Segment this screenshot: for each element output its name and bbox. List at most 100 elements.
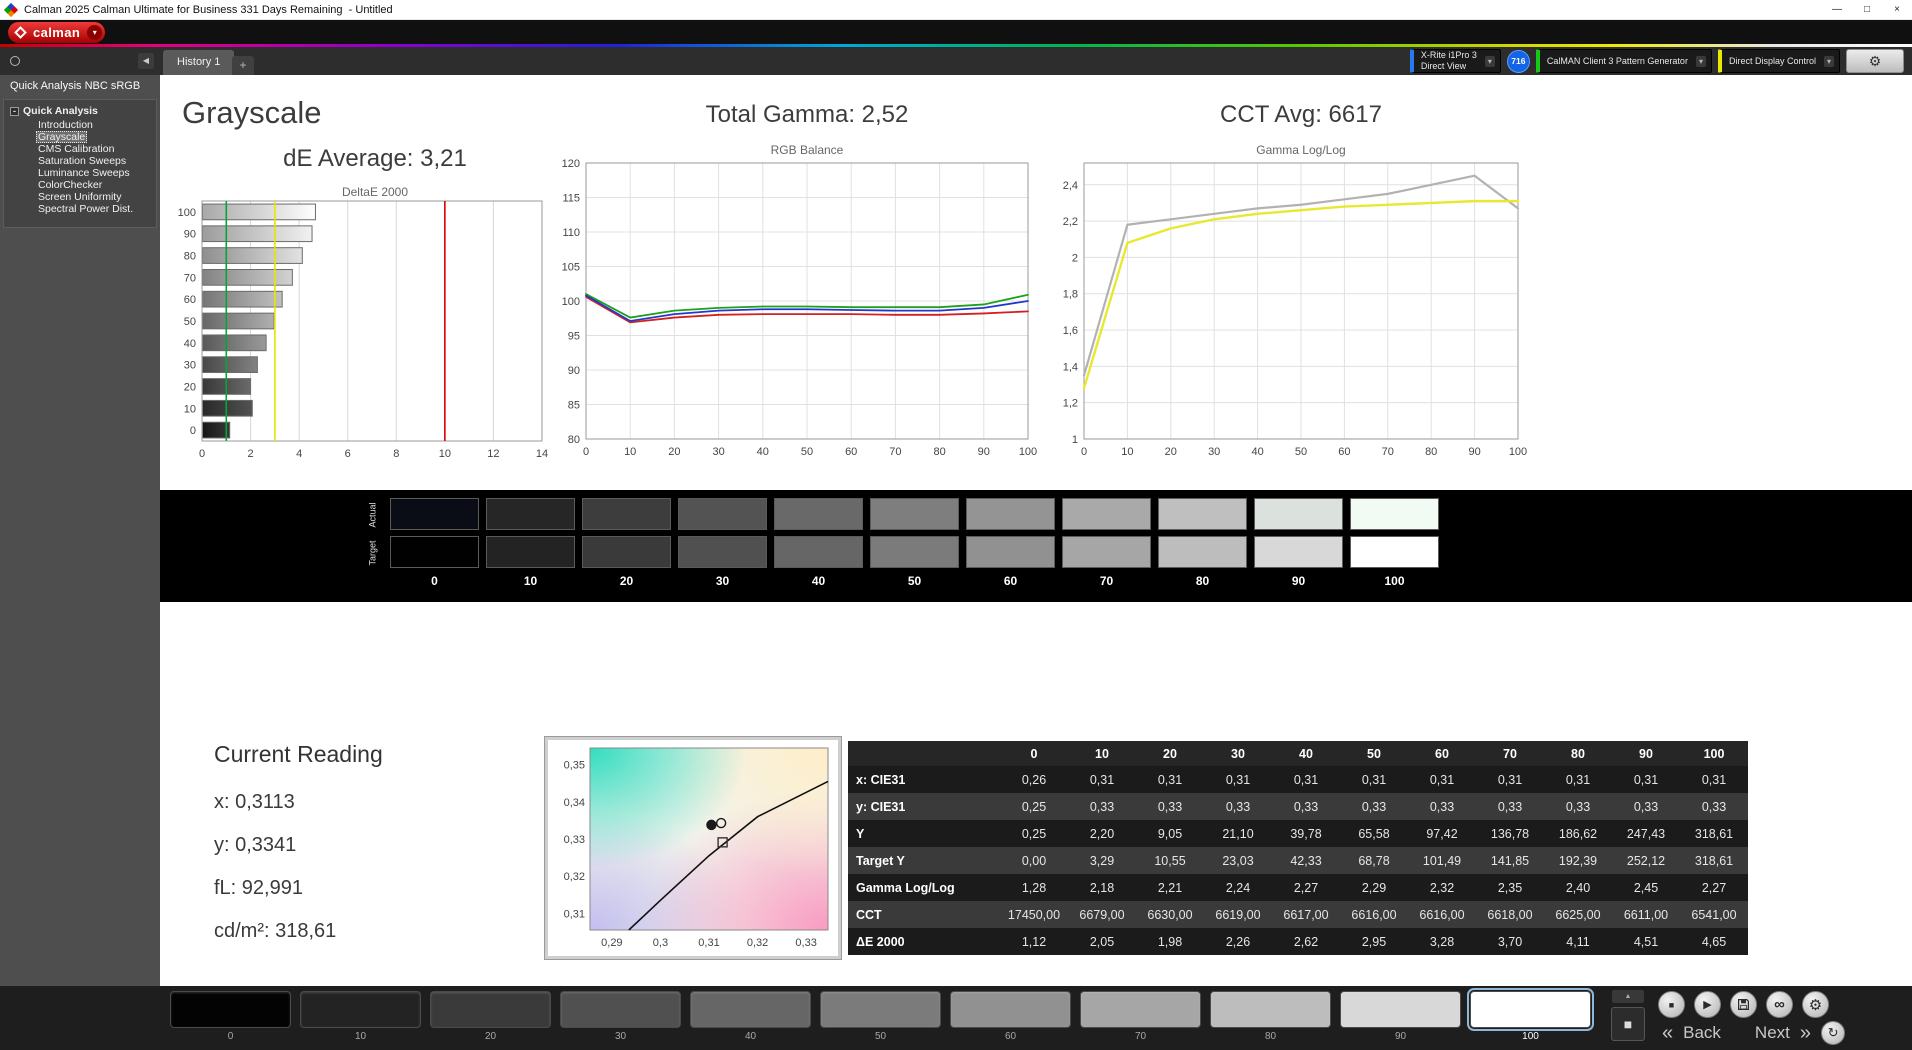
sidebar-item-colorchecker[interactable]: ColorChecker bbox=[6, 179, 154, 191]
back-chevrons-icon: « bbox=[1662, 1022, 1674, 1044]
svg-text:10: 10 bbox=[184, 403, 196, 415]
pattern-settings-button[interactable]: ⚙ bbox=[1802, 991, 1829, 1018]
meter-dropdown-label: X-Rite i1Pro 3 Direct View bbox=[1420, 50, 1477, 71]
workflow-tree: - Quick Analysis Introduction Grayscale CM… bbox=[3, 99, 157, 228]
gray-patch-button-20[interactable]: 20 bbox=[430, 991, 551, 1042]
table-cell: 1,12 bbox=[1021, 934, 1047, 949]
table-cell: 9,05 bbox=[1157, 826, 1183, 841]
swatch-level-label: 10 bbox=[523, 574, 538, 588]
sidebar-item-saturation-sweeps[interactable]: Saturation Sweeps bbox=[6, 155, 154, 167]
sidebar-item-cms-calibration[interactable]: CMS Calibration bbox=[6, 143, 154, 155]
sidebar-item-screen-uniformity[interactable]: Screen Uniformity bbox=[6, 191, 154, 203]
tab-history-1[interactable]: History 1 bbox=[163, 50, 235, 75]
actual-swatch bbox=[582, 498, 671, 530]
gray-patch-button-100[interactable]: 100 bbox=[1467, 988, 1594, 1042]
gray-patch-button-10[interactable]: 10 bbox=[300, 991, 421, 1042]
table-cell: 0,25 bbox=[1021, 799, 1047, 814]
swatch-level-label: 60 bbox=[1003, 574, 1018, 588]
next-button[interactable]: Next bbox=[1755, 1023, 1790, 1043]
table-cell: 42,33 bbox=[1290, 853, 1322, 868]
play-button[interactable]: ▶ bbox=[1694, 991, 1721, 1018]
stop-button[interactable]: ■ bbox=[1658, 991, 1685, 1018]
table-cell: 0,33 bbox=[1225, 799, 1251, 814]
meter-status-badge[interactable]: 716 bbox=[1506, 49, 1530, 73]
target-swatch bbox=[1254, 536, 1343, 568]
table-cell: 0,33 bbox=[1361, 799, 1387, 814]
sidebar-item-luminance-sweeps[interactable]: Luminance Sweeps bbox=[6, 167, 154, 179]
svg-text:80: 80 bbox=[933, 446, 945, 458]
swatch-level-label: 50 bbox=[907, 574, 922, 588]
sidebar-item-introduction[interactable]: Introduction bbox=[6, 119, 154, 131]
tree-root-quick-analysis[interactable]: - Quick Analysis bbox=[6, 104, 154, 119]
gray-patch-label: 20 bbox=[484, 1031, 497, 1042]
link-button[interactable]: ∞ bbox=[1766, 991, 1793, 1018]
svg-text:12: 12 bbox=[487, 448, 499, 460]
svg-text:40: 40 bbox=[757, 446, 769, 458]
table-cell: 2,95 bbox=[1361, 934, 1387, 949]
meter-dropdown[interactable]: X-Rite i1Pro 3 Direct View ▾ bbox=[1409, 49, 1501, 73]
table-cell: 318,61 bbox=[1694, 853, 1734, 868]
svg-text:1,6: 1,6 bbox=[1063, 325, 1078, 337]
settings-button[interactable]: ⚙ bbox=[1846, 49, 1904, 73]
save-button[interactable] bbox=[1730, 991, 1757, 1018]
table-cell: 6616,00 bbox=[1419, 907, 1465, 922]
table-cell: 68,78 bbox=[1358, 853, 1390, 868]
table-column-header: 50 bbox=[1367, 746, 1381, 761]
svg-text:14: 14 bbox=[536, 448, 548, 460]
pattern-generator-dropdown[interactable]: CalMAN Client 3 Pattern Generator ▾ bbox=[1535, 49, 1712, 73]
table-cell: 3,28 bbox=[1429, 934, 1455, 949]
table-row: Gamma Log/Log 1,28 2,18 2,21 2,24 2,27 2,29 2,3… bbox=[848, 874, 1748, 901]
add-tab-button[interactable]: + bbox=[232, 56, 254, 75]
close-button[interactable]: × bbox=[1882, 0, 1912, 19]
target-swatch bbox=[774, 536, 863, 568]
gray-patch-button-60[interactable]: 60 bbox=[950, 991, 1071, 1042]
table-cell: 0,31 bbox=[1293, 772, 1319, 787]
current-reading-title: Current Reading bbox=[214, 741, 383, 767]
table-column-header: 0 bbox=[1030, 746, 1038, 761]
maximize-button[interactable]: □ bbox=[1852, 0, 1882, 19]
table-row: x: CIE31 0,26 0,31 0,31 0,31 0,31 0,31 0,31 0,31… bbox=[848, 766, 1748, 793]
gray-patch-button-50[interactable]: 50 bbox=[820, 991, 941, 1042]
calman-menu-button[interactable]: calman ▾ bbox=[8, 21, 106, 43]
window-pattern-button[interactable]: ■ bbox=[1611, 1007, 1645, 1041]
target-swatch bbox=[678, 536, 767, 568]
table-cell: 2,20 bbox=[1089, 826, 1115, 841]
gray-patch-button-70[interactable]: 70 bbox=[1080, 991, 1201, 1042]
gray-patch-button-30[interactable]: 30 bbox=[560, 991, 681, 1042]
minimize-button[interactable]: — bbox=[1822, 0, 1852, 19]
pattern-bar: 0 10 20 30 40 50 60 70 80 90 100 ▲ ■ ■ ▶ ∞ ⚙ « Bac… bbox=[0, 986, 1912, 1050]
actual-swatch bbox=[870, 498, 959, 530]
gray-patch-button-40[interactable]: 40 bbox=[690, 991, 811, 1042]
table-cell: 2,40 bbox=[1565, 880, 1591, 895]
expand-pattern-bar-button[interactable]: ▲ bbox=[1612, 990, 1644, 1003]
gray-patch-label: 10 bbox=[354, 1031, 367, 1042]
display-control-dropdown[interactable]: Direct Display Control ▾ bbox=[1717, 49, 1840, 73]
swatch-level-label: 30 bbox=[715, 574, 730, 588]
svg-text:110: 110 bbox=[562, 227, 580, 239]
collapse-sidebar-button[interactable]: ◀ bbox=[138, 53, 154, 69]
sidebar-item-spectral-power-dist[interactable]: Spectral Power Dist. bbox=[6, 203, 154, 215]
gray-patch-swatch bbox=[1467, 988, 1594, 1031]
table-column-header: 100 bbox=[1703, 746, 1725, 761]
table-row: ΔE 2000 1,12 2,05 1,98 2,26 2,62 2,95 3,28 3,70 4… bbox=[848, 928, 1748, 955]
back-button[interactable]: Back bbox=[1683, 1023, 1721, 1043]
table-cell: 2,29 bbox=[1361, 880, 1387, 895]
page-title: Grayscale bbox=[182, 95, 322, 130]
sidebar-item-grayscale[interactable]: Grayscale bbox=[6, 131, 154, 143]
gray-patch-button-80[interactable]: 80 bbox=[1210, 991, 1331, 1042]
gray-patch-swatch bbox=[1210, 991, 1331, 1028]
table-cell: 2,24 bbox=[1225, 880, 1251, 895]
svg-text:80: 80 bbox=[184, 251, 196, 263]
svg-text:40: 40 bbox=[1251, 446, 1263, 458]
home-button[interactable] bbox=[10, 56, 20, 66]
reading-value: fL: 92,991 bbox=[214, 877, 303, 899]
gray-patch-button-90[interactable]: 90 bbox=[1340, 991, 1461, 1042]
svg-text:50: 50 bbox=[1295, 446, 1307, 458]
grayscale-swatch-strip: Actual Target 0 10 20 30 40 50 60 70 80 90 100 bbox=[160, 490, 1912, 602]
refresh-button[interactable]: ↻ bbox=[1821, 1021, 1846, 1045]
cie-chromaticity-panel[interactable]: 0,29 0,3 0,31 0,32 0,33 0,31 0,32 0,33 0,34 0,35 bbox=[544, 736, 842, 960]
table-cell: 141,85 bbox=[1490, 853, 1530, 868]
table-row-label: x: CIE31 bbox=[856, 772, 906, 787]
gray-patch-button-0[interactable]: 0 bbox=[170, 991, 291, 1042]
table-cell: 39,78 bbox=[1290, 826, 1322, 841]
